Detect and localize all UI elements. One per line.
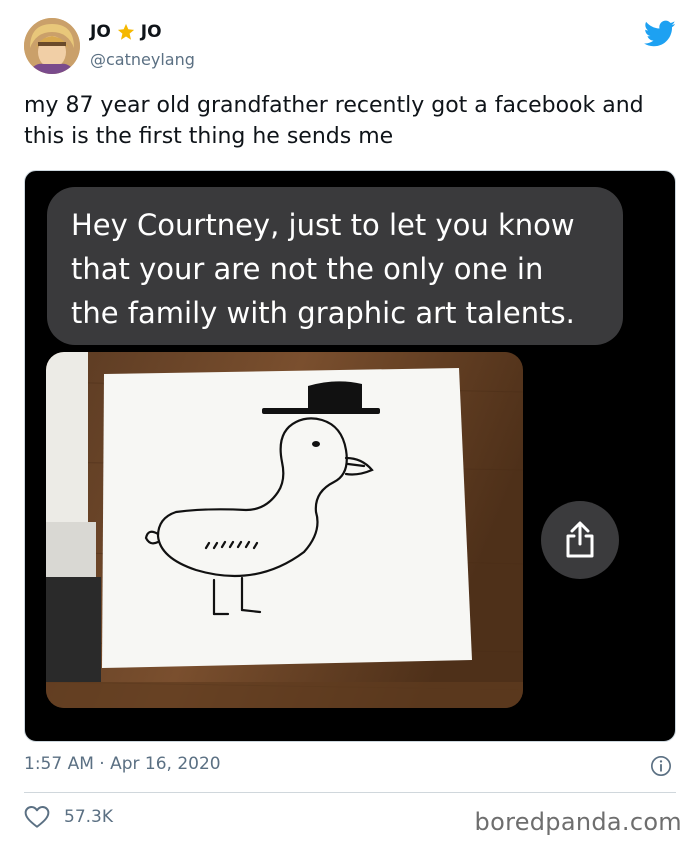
author-name-part2: JO: [140, 22, 162, 42]
duck-drawing-image: [46, 352, 523, 708]
watermark: boredpanda.com: [474, 808, 682, 836]
tweet-media[interactable]: Hey Courtney, just to let you know that …: [24, 170, 676, 742]
message-line-1: Hey Courtney, just to let you know: [71, 208, 575, 242]
message-line-2: that your are not the only one in: [71, 252, 544, 286]
message-line-3: the family with graphic art talents.: [71, 296, 575, 330]
avatar-image: [24, 18, 80, 74]
twitter-bird-icon[interactable]: [644, 20, 676, 48]
heart-icon: [24, 806, 50, 828]
divider: [24, 792, 676, 793]
tweet-timestamp[interactable]: 1:57 AM · Apr 16, 2020: [24, 754, 221, 774]
message-bubble: Hey Courtney, just to let you know that …: [47, 187, 623, 345]
author-handle[interactable]: @catneylang: [90, 50, 195, 69]
share-button[interactable]: [541, 501, 619, 579]
like-count: 57.3K: [64, 807, 113, 827]
avatar[interactable]: [24, 18, 80, 74]
author-name[interactable]: JO JO: [90, 22, 162, 42]
info-icon[interactable]: [650, 755, 672, 777]
drawing-photo[interactable]: [46, 352, 523, 708]
tweet-text: my 87 year old grandfather recently got …: [24, 93, 644, 149]
author-name-part1: JO: [90, 22, 111, 42]
share-icon: [566, 521, 594, 558]
like-button[interactable]: 57.3K: [24, 805, 113, 829]
star-icon: [117, 23, 134, 40]
